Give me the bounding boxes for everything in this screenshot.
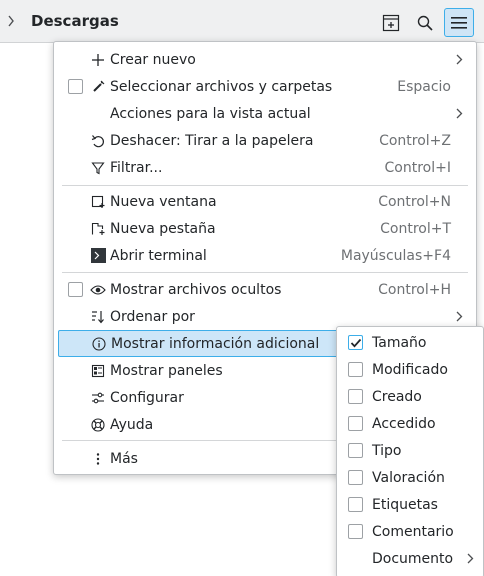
menu-item-label: Deshacer: Tirar a la papelera	[110, 132, 314, 149]
checkbox-checked[interactable]	[348, 335, 363, 350]
checkbox[interactable]	[348, 389, 363, 404]
more-vertical-icon	[90, 451, 106, 467]
menu-item-filtrar[interactable]: Filtrar... Control+I	[58, 154, 472, 181]
new-window-icon	[90, 194, 106, 210]
hamburger-menu-button[interactable]	[444, 8, 474, 37]
submenu-item-tipo[interactable]: Tipo	[339, 437, 481, 464]
menu-item-label: Mostrar archivos ocultos	[110, 281, 282, 298]
help-lifebuoy-icon	[90, 417, 106, 433]
menu-item-label: Acciones para la vista actual	[110, 105, 311, 122]
info-submenu: Tamaño Modificado Creado Accedido Tipo V…	[336, 326, 484, 576]
chevron-right-icon	[454, 310, 464, 324]
undo-icon	[90, 133, 106, 149]
terminal-icon	[90, 248, 106, 264]
shortcut-text: Control+H	[378, 281, 451, 298]
chevron-right-icon	[465, 552, 475, 566]
submenu-item-label: Tamaño	[372, 334, 427, 351]
menu-item-label: Seleccionar archivos y carpetas	[110, 78, 333, 95]
menu-item-nueva-pestana[interactable]: Nueva pestaña Control+T	[58, 215, 472, 242]
submenu-item-documento[interactable]: Documento	[339, 545, 481, 572]
chevron-right-icon	[454, 107, 464, 121]
menu-item-label: Abrir terminal	[110, 247, 207, 264]
split-view-icon	[382, 14, 400, 31]
menu-item-label: Más	[110, 450, 138, 467]
shortcut-text: Control+T	[380, 220, 451, 237]
submenu-item-label: Modificado	[372, 361, 448, 378]
submenu-item-comentario[interactable]: Comentario	[339, 518, 481, 545]
shortcut-text: Control+Z	[379, 132, 451, 149]
menu-item-label: Ordenar por	[110, 308, 195, 325]
submenu-item-label: Etiquetas	[372, 496, 438, 513]
split-view-button[interactable]	[376, 8, 406, 37]
configure-icon	[90, 390, 106, 406]
new-tab-icon	[90, 221, 106, 237]
checkbox[interactable]	[348, 524, 363, 539]
checkmark-icon	[350, 338, 361, 348]
plus-icon	[90, 52, 106, 68]
shortcut-text: Mayúsculas+F4	[340, 247, 451, 264]
breadcrumb-title[interactable]: Descargas	[31, 12, 119, 30]
submenu-item-label: Documento	[372, 550, 454, 567]
sort-icon	[90, 309, 106, 325]
submenu-item-label: Accedido	[372, 415, 436, 432]
shortcut-text: Control+I	[384, 159, 451, 176]
menu-item-label: Mostrar paneles	[110, 362, 223, 379]
checkbox[interactable]	[348, 470, 363, 485]
menu-item-label: Mostrar información adicional	[111, 335, 320, 352]
menu-item-seleccionar[interactable]: Seleccionar archivos y carpetas Espacio	[58, 73, 472, 100]
menu-item-label: Filtrar...	[110, 159, 163, 176]
search-icon	[417, 15, 433, 31]
menu-item-label: Ayuda	[110, 416, 154, 433]
info-icon	[91, 336, 107, 352]
breadcrumb-chevron-icon[interactable]	[5, 13, 17, 29]
hamburger-icon	[451, 16, 467, 29]
menu-item-acciones[interactable]: Acciones para la vista actual	[58, 100, 472, 127]
submenu-item-label: Tipo	[372, 442, 402, 459]
submenu-item-label: Comentario	[372, 523, 454, 540]
submenu-item-modificado[interactable]: Modificado	[339, 356, 481, 383]
search-button[interactable]	[410, 8, 440, 37]
shortcut-text: Control+N	[378, 193, 451, 210]
menu-item-deshacer[interactable]: Deshacer: Tirar a la papelera Control+Z	[58, 127, 472, 154]
shortcut-text: Espacio	[397, 78, 451, 95]
checkbox[interactable]	[348, 497, 363, 512]
eye-icon	[90, 282, 106, 298]
menu-item-label: Configurar	[110, 389, 184, 406]
menu-separator	[62, 185, 468, 186]
menu-item-abrir-terminal[interactable]: Abrir terminal Mayúsculas+F4	[58, 242, 472, 269]
submenu-item-accedido[interactable]: Accedido	[339, 410, 481, 437]
menu-item-label: Crear nuevo	[110, 51, 196, 68]
checkbox[interactable]	[68, 282, 83, 297]
toolbar: Descargas	[0, 0, 484, 43]
submenu-item-valoracion[interactable]: Valoración	[339, 464, 481, 491]
panels-icon	[90, 363, 106, 379]
menu-item-label: Nueva ventana	[110, 193, 217, 210]
checkbox[interactable]	[68, 79, 83, 94]
submenu-item-creado[interactable]: Creado	[339, 383, 481, 410]
submenu-item-etiquetas[interactable]: Etiquetas	[339, 491, 481, 518]
menu-separator	[62, 272, 468, 273]
submenu-item-label: Creado	[372, 388, 422, 405]
menu-item-label: Nueva pestaña	[110, 220, 216, 237]
filter-icon	[90, 160, 106, 176]
checkbox[interactable]	[348, 362, 363, 377]
checkbox[interactable]	[348, 443, 363, 458]
chevron-right-icon	[454, 53, 464, 67]
menu-item-nueva-ventana[interactable]: Nueva ventana Control+N	[58, 188, 472, 215]
submenu-item-label: Valoración	[372, 469, 445, 486]
menu-item-mostrar-ocultos[interactable]: Mostrar archivos ocultos Control+H	[58, 276, 472, 303]
edit-select-icon	[90, 79, 106, 95]
submenu-item-tamano[interactable]: Tamaño	[339, 329, 481, 356]
menu-item-crear-nuevo[interactable]: Crear nuevo	[58, 46, 472, 73]
checkbox[interactable]	[348, 416, 363, 431]
